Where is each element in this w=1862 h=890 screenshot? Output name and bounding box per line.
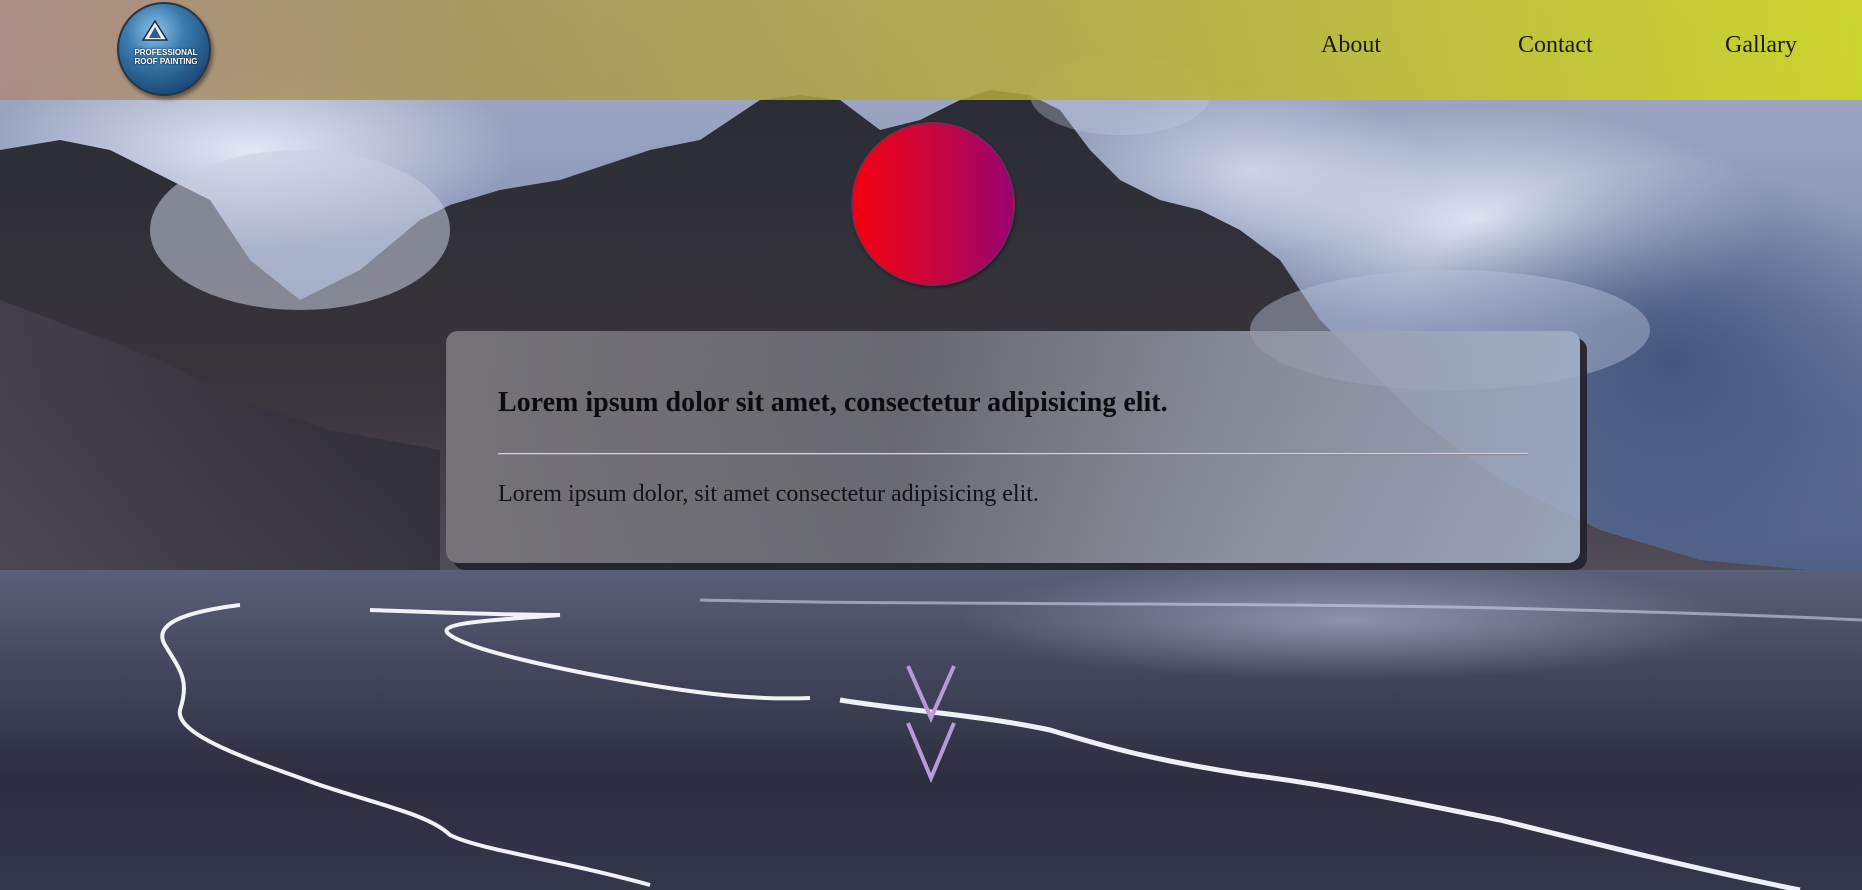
roof-icon: [141, 20, 169, 41]
chevron-down-icon: [906, 665, 956, 723]
card-title: Lorem ipsum dolor sit amet, consectetur …: [498, 387, 1168, 418]
nav-link-gallery[interactable]: Gallary: [1725, 32, 1797, 59]
logo-line-2: ROOF PAINTING: [134, 57, 198, 66]
company-logo[interactable]: PROFESSIONAL ROOF PAINTING: [117, 2, 211, 96]
logo-line-1: PROFESSIONAL: [134, 48, 198, 57]
nav-link-about[interactable]: About: [1321, 32, 1381, 59]
top-navbar: PROFESSIONAL ROOF PAINTING About Contact…: [0, 0, 1862, 100]
card-divider: [498, 453, 1528, 455]
nav-link-contact[interactable]: Contact: [1518, 32, 1593, 59]
chevron-down-icon: [906, 722, 956, 783]
hero-card: Lorem ipsum dolor sit amet, consectetur …: [446, 331, 1580, 563]
card-body-text: Lorem ipsum dolor, sit amet consectetur …: [498, 481, 1039, 507]
double-chevron-down-icon[interactable]: [905, 663, 957, 783]
logo-text: PROFESSIONAL ROOF PAINTING: [119, 48, 209, 66]
gradient-circle: [851, 122, 1015, 286]
